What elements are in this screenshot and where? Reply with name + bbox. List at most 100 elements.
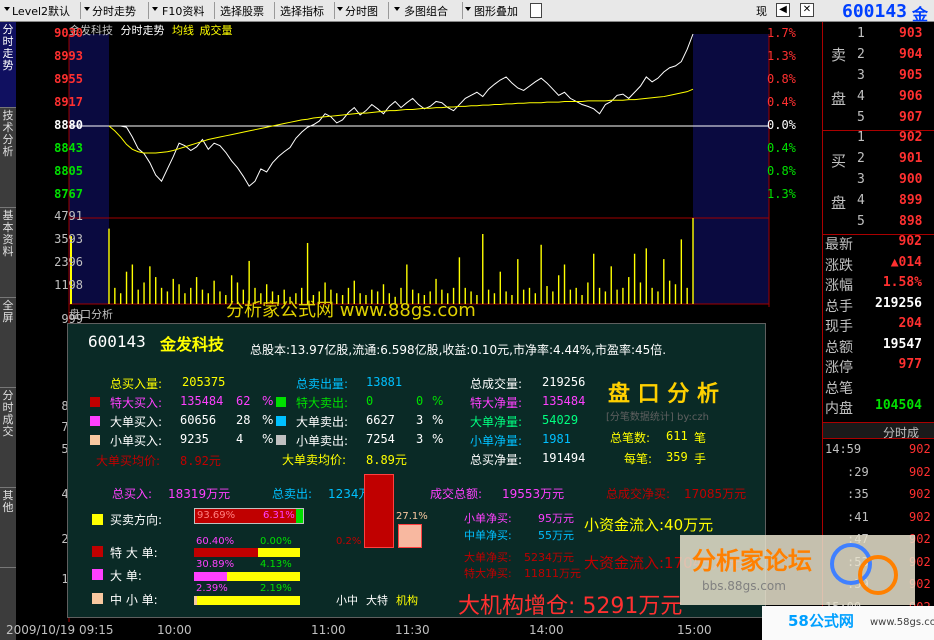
tick-price: 902 [909,487,931,501]
stat-label: 内盘 [825,401,853,417]
menu-f10[interactable]: F10资料 [162,3,204,19]
close-icon[interactable]: ✕ [800,3,814,17]
pct-unit: % [432,432,444,446]
afterhours-shade [693,34,769,304]
menu-select-indicator[interactable]: 选择指标 [280,3,324,19]
total-buy-label: 总买入量: [110,377,163,391]
avg-line [108,88,694,154]
popup-info: 总股本:13.97亿股,流通:6.598亿股,收益:0.10元,市净率:4.44… [250,343,667,357]
tab-intraday[interactable]: 分时走势 [0,22,16,108]
pct-label: 1.3% [767,187,796,201]
menu-multi-chart[interactable]: 多图组合 [404,3,448,19]
xlarge-net-buy-label: 特大净买: [464,567,512,580]
tick-time: :29 [847,464,869,479]
large-net-buy-label: 大单净买: [464,551,512,564]
menu-intraday[interactable]: 分时走势 [92,3,136,19]
book-price[interactable]: 901 [899,151,922,166]
large-buy-value: 60656 [180,413,217,427]
stat-label: 涨停 [825,360,853,376]
stat-value: ▲014 [890,254,922,270]
legend-square [276,416,286,426]
dropdown-arrow-icon[interactable] [394,7,400,11]
money-sell-label: 总卖出: [272,487,313,501]
book-price[interactable]: 904 [899,47,922,62]
book-price[interactable]: 898 [899,214,922,229]
count-value: 611 [666,429,688,443]
price-line [69,33,694,187]
stat-label: 涨跌 [825,257,853,274]
site-watermark-name: 58公式网 [788,612,854,630]
order-flow-popup: 600143 金发科技 总股本:13.97亿股,流通:6.598亿股,收益:0.… [67,323,766,619]
dropdown-arrow-icon[interactable] [4,7,10,11]
stat-value: 977 [898,357,922,372]
book-level: 4 [857,193,865,208]
forum-watermark-url: bbs.88gs.com [702,579,786,593]
tab-other[interactable]: 其他 [0,488,16,568]
small-flow: 小资金流入:40万元 [584,516,714,534]
time-label: 14:00 [529,623,564,637]
direction-bar: 93.69% 6.31% [194,508,304,524]
dropdown-arrow-icon[interactable] [152,7,158,11]
small-net-buy-label: 小单净买: [464,512,512,525]
tab-fullscreen[interactable]: 全屏 [0,298,16,388]
small-net-value: 1981 [542,432,571,446]
sell-label-2: 盘 [831,90,847,108]
volume-label: 1198 [54,278,83,292]
volume-label: 2396 [54,255,83,269]
prev-icon[interactable]: ◀ [776,3,790,17]
price-label: 8917 [54,95,83,109]
dropdown-arrow-icon[interactable] [337,7,343,11]
small-bar [194,596,300,605]
menu-current[interactable]: 现 [756,3,767,19]
total-sell-value: 13881 [366,375,403,389]
book-price[interactable]: 899 [899,193,922,208]
menu-level2-default[interactable]: Level2默认 [12,3,70,19]
book-price[interactable]: 900 [899,172,922,187]
time-label: 11:00 [311,623,346,637]
total-sell-label: 总卖出量: [296,377,349,391]
large-buy-pct-bar: 30.89% [196,559,235,570]
legend-square [92,514,103,525]
chart-avg-label: 均线 [172,24,194,37]
book-level: 4 [857,89,865,104]
xlarge-sell-value: 0 [366,394,374,408]
xlarge-buy-value: 135484 [180,394,224,408]
xlarge-label: 特 大 单: [110,546,158,560]
large-sell-pct-bar: 4.13% [260,559,292,570]
menu-select-stock[interactable]: 选择股票 [220,3,264,19]
per-label: 每笔: [624,452,653,466]
book-price[interactable]: 907 [899,110,922,125]
large-label: 大 单: [110,569,142,583]
stat-label: 涨幅 [825,278,853,294]
legend-square [92,593,103,604]
book-price[interactable]: 902 [899,130,922,145]
menu-intraday-chart[interactable]: 分时图 [345,3,378,19]
dropdown-arrow-icon[interactable] [465,7,471,11]
tab-technical[interactable]: 技术分析 [0,108,16,208]
dropdown-arrow-icon[interactable] [84,7,90,11]
sell-label-1: 卖 [831,46,847,64]
tab-fundamentals[interactable]: 基本资料 [0,208,16,298]
tick-price: 902 [909,464,931,479]
tick-header-bar[interactable]: 分时成 [823,422,934,440]
stat-value: 902 [898,234,922,249]
large-bar [194,572,300,581]
stat-value: 1.58% [882,275,922,290]
time-axis: 2009/10/19 09:15 10:00 11:00 11:30 14:00… [6,622,822,640]
time-label: 2009/10/19 09:15 [6,623,114,637]
book-price[interactable]: 903 [899,26,922,41]
tick-time: :41 [847,509,869,524]
small-net-label: 小单净量: [470,434,523,448]
money-net-label: 总成交净买: [606,487,671,501]
stat-label: 总额 [825,339,853,356]
book-price[interactable]: 905 [899,68,922,83]
large-buy-label: 大单买入: [110,415,163,429]
time-label: 11:30 [395,623,430,637]
lock-icon[interactable] [530,3,542,18]
legend-square [90,416,100,426]
chart-vol-label: 成交量 [199,24,233,37]
tab-tick-trades[interactable]: 分时成交 [0,388,16,488]
book-price[interactable]: 906 [899,89,922,104]
menu-overlay[interactable]: 图形叠加 [474,3,518,19]
popup-code: 600143 [88,332,146,351]
